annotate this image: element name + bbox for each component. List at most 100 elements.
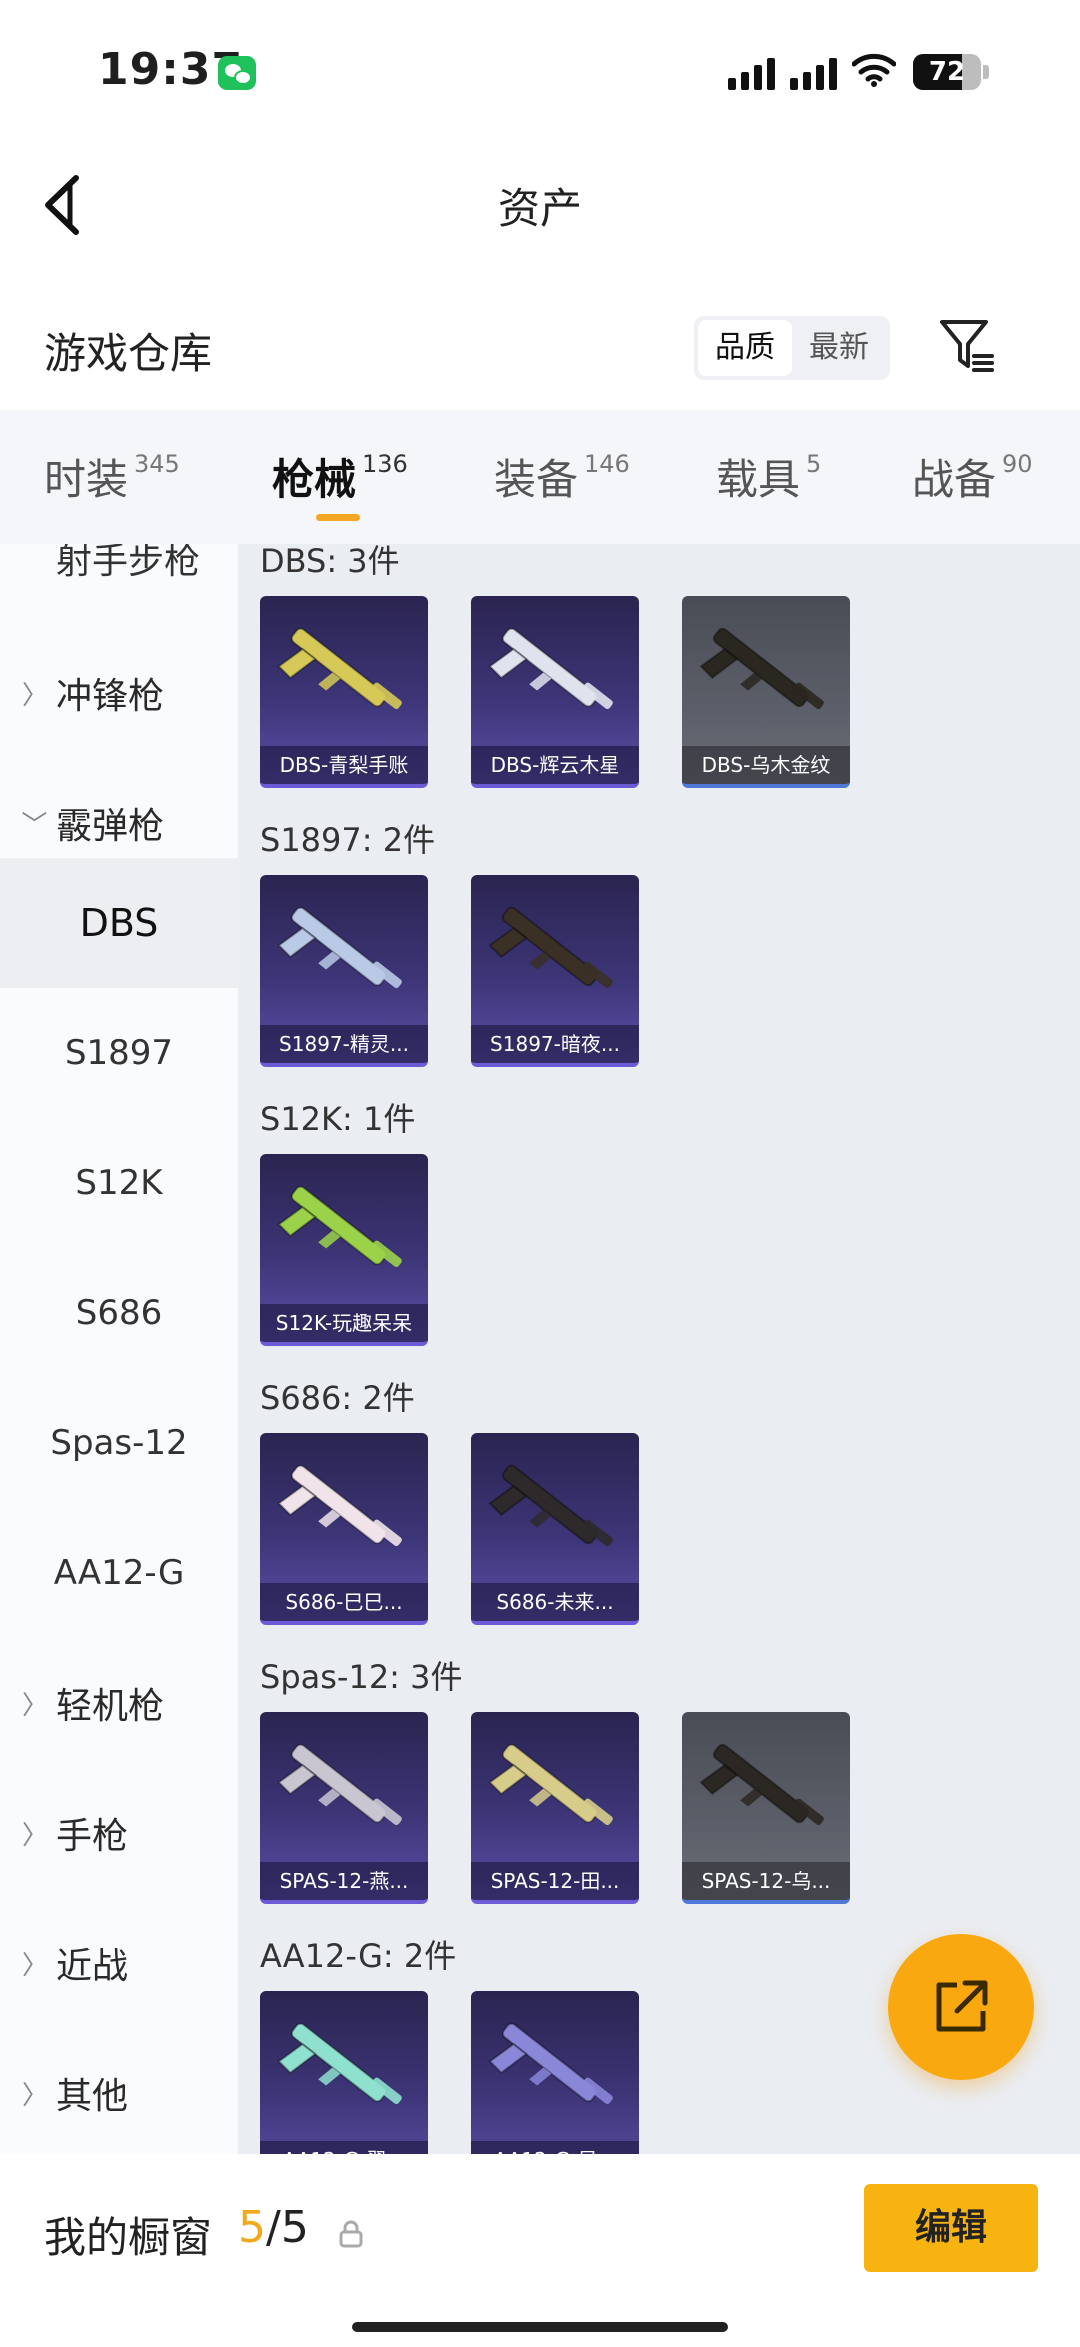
weapon-grid: DBS: 3件 DBS-青梨手账 DBS-辉云木星 DBS-乌木金纹 S1897: 2件… (238, 544, 1080, 2154)
filter-icon[interactable] (938, 316, 994, 376)
signal-icon (728, 54, 775, 90)
share-button[interactable] (888, 1934, 1034, 2080)
sidebar-item-label: 手枪 (56, 1816, 129, 1857)
weapon-card[interactable]: AA12-G-星... (471, 1991, 639, 2154)
showcase-separator: / (266, 2202, 281, 2253)
sidebar-item-s12k[interactable]: S12K (0, 1118, 238, 1248)
sidebar-item-label: AA12-G (53, 1553, 185, 1593)
tab-count: 90 (1002, 450, 1033, 478)
weapon-card[interactable]: S1897-精灵... (260, 875, 428, 1067)
weapon-card[interactable]: S12K-玩趣呆呆 (260, 1154, 428, 1346)
weapon-skin-icon (488, 627, 613, 710)
battery-level: 72 (928, 57, 966, 87)
showcase-bar: 我的橱窗 5/5 编辑 (0, 2154, 1080, 2347)
weapon-card[interactable]: DBS-乌木金纹 (682, 596, 850, 788)
battery-tip (983, 65, 989, 79)
weapon-sidebar: 射手步枪 〉冲锋枪 〉霰弹枪 DBS S1897 S12K S686 Spas-… (0, 544, 238, 2154)
weapon-name: AA12-G-翠... (260, 2141, 428, 2154)
sort-latest-button[interactable]: 最新 (792, 320, 886, 376)
tab-count: 345 (134, 450, 180, 478)
home-indicator[interactable] (352, 2322, 728, 2332)
sidebar-item-lmg[interactable]: 〉轻机枪 (0, 1638, 238, 1768)
tab-vehicles[interactable]: 载具 5 (716, 446, 821, 507)
sort-quality-button[interactable]: 品质 (698, 320, 792, 376)
sidebar-item-aa12g[interactable]: AA12-G (0, 1508, 238, 1638)
section-title: 游戏仓库 (44, 329, 213, 378)
tab-label: 载具 (716, 455, 801, 504)
sidebar-item-melee[interactable]: 〉近战 (0, 1898, 238, 2028)
weapon-skin-icon (277, 1743, 402, 1826)
weapon-card[interactable]: S1897-暗夜... (471, 875, 639, 1067)
sidebar-item-cut-off[interactable]: 射手步枪 (56, 544, 200, 584)
sidebar-item-pistol[interactable]: 〉手枪 (0, 1768, 238, 1898)
weapon-card[interactable]: S686-未来... (471, 1433, 639, 1625)
external-link-icon (936, 1980, 988, 2032)
weapon-skin-icon (488, 1743, 613, 1826)
tab-count: 5 (806, 450, 822, 478)
weapon-name: S686-未来... (471, 1583, 639, 1621)
group-title: S686: 2件 (260, 1379, 415, 1417)
signal-icon-2 (790, 54, 837, 90)
sidebar-item-label: DBS (79, 901, 159, 945)
sort-toggle: 品质 最新 (694, 316, 890, 380)
weapon-name: SPAS-12-田... (471, 1862, 639, 1900)
page-title: 资产 (497, 184, 582, 233)
sidebar-item-smg[interactable]: 〉冲锋枪 (0, 628, 238, 758)
chevron-right-icon: 〉 (22, 1820, 49, 1851)
tab-count: 136 (362, 450, 408, 478)
weapon-name: SPAS-12-燕... (260, 1862, 428, 1900)
weapon-card[interactable]: SPAS-12-乌... (682, 1712, 850, 1904)
group-title: S12K: 1件 (260, 1100, 416, 1138)
sidebar-item-label: 近战 (56, 1946, 129, 1987)
weapon-skin-icon (277, 2022, 402, 2105)
active-tab-indicator (316, 514, 360, 521)
tab-label: 时装 (44, 455, 129, 504)
sidebar-item-label: S1897 (64, 1033, 174, 1073)
status-bar: 19:37 72 (0, 0, 1080, 140)
weapon-skin-icon (277, 627, 402, 710)
weapon-card[interactable]: DBS-辉云木星 (471, 596, 639, 788)
weapon-card[interactable]: S686-巳巳... (260, 1433, 428, 1625)
showcase-label: 我的橱窗 (44, 2213, 213, 2262)
chevron-right-icon: 〉 (22, 1950, 49, 1981)
showcase-count: 5/5 (238, 2202, 309, 2253)
lock-icon (339, 2220, 363, 2248)
sidebar-item-other[interactable]: 〉其他 (0, 2028, 238, 2154)
weapon-name: AA12-G-星... (471, 2141, 639, 2154)
sidebar-item-label: 轻机枪 (56, 1686, 165, 1727)
weapon-card[interactable]: AA12-G-翠... (260, 1991, 428, 2154)
sidebar-item-s1897[interactable]: S1897 (0, 988, 238, 1118)
tab-count: 146 (584, 450, 630, 478)
tab-firearms[interactable]: 枪械 136 (272, 446, 408, 507)
sidebar-item-s686[interactable]: S686 (0, 1248, 238, 1378)
tab-fashion[interactable]: 时装 345 (44, 446, 180, 507)
sidebar-item-spas12[interactable]: Spas-12 (0, 1378, 238, 1508)
sidebar-item-label: 其他 (56, 2076, 129, 2117)
weapon-card[interactable]: SPAS-12-燕... (260, 1712, 428, 1904)
weapon-card[interactable]: DBS-青梨手账 (260, 596, 428, 788)
weapon-name: SPAS-12-乌... (682, 1862, 850, 1900)
sidebar-item-dbs[interactable]: DBS (0, 858, 238, 988)
group-title: AA12-G: 2件 (260, 1937, 457, 1975)
sidebar-item-label: Spas-12 (50, 1423, 188, 1463)
tab-equipment[interactable]: 装备 146 (494, 446, 630, 507)
tab-label: 枪械 (272, 455, 357, 504)
weapon-name: S12K-玩趣呆呆 (260, 1304, 428, 1342)
weapon-skin-icon (488, 906, 613, 989)
weapon-skin-icon (277, 1464, 402, 1547)
weapon-skin-icon (488, 2022, 613, 2105)
weapon-name: DBS-乌木金纹 (682, 746, 850, 784)
weapon-skin-icon (277, 1185, 402, 1268)
chevron-right-icon: 〉 (22, 680, 49, 711)
app-root: 19:37 72 资产 游戏仓库 品质 最新 时装 345 枪械 136 装备 146 (0, 0, 1080, 2347)
weapon-name: S1897-暗夜... (471, 1025, 639, 1063)
edit-button[interactable]: 编辑 (864, 2184, 1038, 2272)
weapon-skin-icon (277, 906, 402, 989)
weapon-name: DBS-青梨手账 (260, 746, 428, 784)
sidebar-item-label: 冲锋枪 (56, 676, 165, 717)
group-title: DBS: 3件 (260, 544, 400, 580)
tab-supplies[interactable]: 战备 90 (912, 446, 1033, 507)
weapon-name: DBS-辉云木星 (471, 746, 639, 784)
showcase-current: 5 (238, 2202, 266, 2253)
weapon-card[interactable]: SPAS-12-田... (471, 1712, 639, 1904)
